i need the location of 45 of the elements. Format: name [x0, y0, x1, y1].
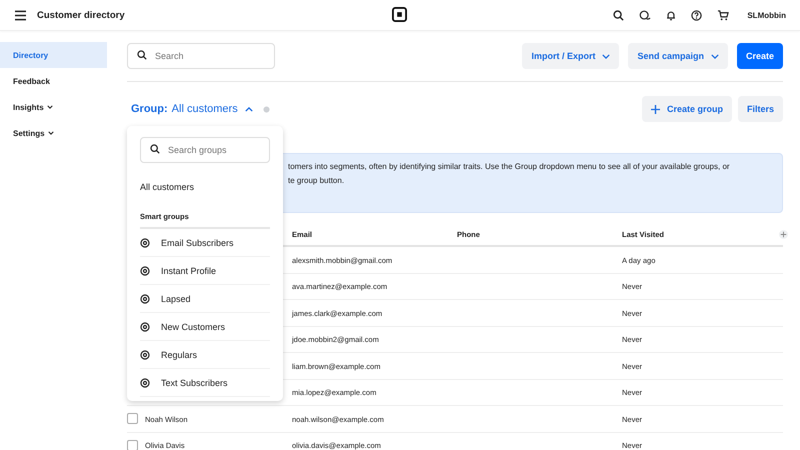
help-icon[interactable]: [691, 10, 702, 20]
target-icon: [140, 322, 150, 332]
row-checkbox[interactable]: [127, 440, 138, 450]
square-logo-icon[interactable]: [392, 7, 407, 22]
sidebar-item[interactable]: Settings: [0, 120, 107, 146]
target-icon: [140, 350, 150, 360]
target-icon: [140, 378, 150, 388]
user-name[interactable]: SLMobbin: [747, 10, 786, 20]
search-icon: [137, 50, 147, 60]
sidebar-item[interactable]: Feedback: [0, 68, 107, 94]
banner-text: te group button.: [288, 176, 346, 186]
create-group-button[interactable]: Create group: [642, 96, 732, 122]
plus-icon: [650, 104, 660, 114]
group-selector[interactable]: Group: All customers: [127, 103, 253, 115]
chevron-down-icon: [710, 54, 719, 58]
menu-item[interactable]: New Customers: [161, 322, 226, 332]
add-column-icon[interactable]: [779, 230, 788, 239]
target-icon: [140, 294, 150, 304]
sidebar-item[interactable]: Insights: [0, 94, 107, 120]
chevron-down-icon: [602, 54, 610, 58]
target-icon: [140, 266, 150, 276]
dropdown-button[interactable]: Import / Export: [522, 43, 620, 69]
cart-icon[interactable]: [717, 10, 730, 20]
target-icon: [140, 238, 150, 248]
search-field[interactable]: Search: [127, 43, 275, 69]
create-button[interactable]: Create: [736, 43, 783, 69]
menu-item[interactable]: Lapsed: [161, 294, 191, 304]
sidebar-item[interactable]: Directory: [0, 42, 107, 68]
search-icon[interactable]: [613, 10, 624, 20]
menu-item[interactable]: Text Subscribers: [161, 378, 228, 388]
search-icon: [150, 144, 160, 154]
menu-item[interactable]: Regulars: [161, 350, 198, 360]
menu-item[interactable]: All customers: [140, 182, 270, 192]
bell-icon[interactable]: [666, 10, 676, 20]
chevron-up-icon: [244, 106, 253, 112]
filters-button[interactable]: Filters: [738, 96, 783, 122]
page-title: Customer directory: [37, 10, 125, 20]
dropdown-button[interactable]: Send campaign: [628, 43, 728, 69]
row-checkbox[interactable]: [127, 413, 138, 424]
menu-item[interactable]: Email Subscribers: [161, 238, 234, 248]
search-groups-field[interactable]: Search groups: [140, 137, 270, 163]
menu-item[interactable]: Instant Profile: [161, 266, 216, 276]
banner-text: tomers into segments, often by identifying similar traits. Use the Group dropdown menu to see all of your available groups, or: [288, 162, 731, 172]
chat-bubbles-icon[interactable]: [639, 10, 652, 20]
menu-icon[interactable]: [14, 10, 27, 20]
